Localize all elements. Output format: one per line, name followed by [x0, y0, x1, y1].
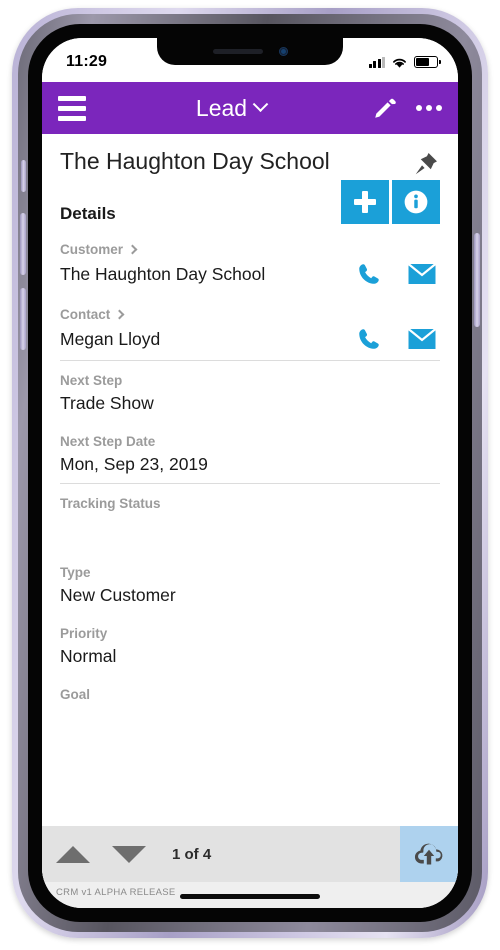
pushpin-icon[interactable] [412, 150, 440, 178]
field-label-group: Next Step Date [60, 424, 440, 449]
field-value-row: The Haughton Day School [60, 257, 440, 295]
battery-icon [414, 56, 441, 68]
phone-icon[interactable] [356, 326, 382, 352]
volume-down-button[interactable] [20, 288, 26, 350]
details-label: Details [60, 204, 116, 223]
triangle-down-icon[interactable] [112, 845, 146, 863]
chevron-down-icon[interactable] [252, 95, 269, 112]
envelope-icon[interactable] [408, 328, 436, 350]
field-value: Mon, Sep 23, 2019 [60, 453, 208, 474]
field-value-row [60, 511, 440, 553]
field-label-group: Tracking Status [60, 486, 440, 511]
app-bar-actions [372, 95, 442, 121]
earpiece-speaker-icon [212, 49, 263, 54]
field-label-group: Type [60, 555, 440, 580]
field-label: Goal [60, 687, 91, 702]
record-header: The Haughton Day School [42, 134, 458, 178]
field-goal[interactable]: Goal [60, 675, 440, 702]
field-value: Trade Show [60, 392, 154, 413]
field-contact: Contact Megan Lloyd [60, 295, 440, 361]
field-priority[interactable]: Priority Normal [60, 614, 440, 675]
front-camera-icon [278, 47, 288, 56]
more-options-icon[interactable] [416, 105, 442, 111]
field-label-group[interactable]: Contact [60, 297, 440, 322]
phone-frame-bezel: 11:29 Lead The Haughton Day School Detai… [18, 14, 482, 932]
field-value [60, 515, 440, 545]
page-title: The Haughton Day School [60, 148, 330, 174]
release-note: CRM v1 ALPHA RELEASE [56, 887, 176, 898]
field-label: Next Step [60, 373, 123, 388]
hamburger-menu-icon[interactable] [58, 95, 86, 121]
notch [157, 38, 343, 65]
field-value: The Haughton Day School [60, 263, 266, 284]
bottom-bar: 1 of 4 CRM v1 ALPHA RELEASE [42, 826, 458, 908]
field-value-row: Normal [60, 641, 440, 675]
field-value-row: New Customer [60, 580, 440, 614]
status-bar: 11:29 [42, 38, 458, 82]
wifi-icon [393, 58, 406, 68]
field-value-row: Mon, Sep 23, 2019 [60, 449, 440, 483]
cellular-signal-icon [368, 56, 385, 68]
field-value: Normal [60, 645, 117, 666]
field-value: New Customer [60, 584, 176, 605]
app-bar-title: Lead [195, 94, 248, 121]
field-value-row: Trade Show [60, 388, 440, 422]
app-bar: Lead [42, 82, 458, 134]
home-indicator [180, 894, 320, 899]
info-circle-icon [404, 190, 428, 214]
app-bar-title-group[interactable]: Lead [90, 95, 372, 122]
field-next-step-date[interactable]: Next Step Date Mon, Sep 23, 2019 [60, 422, 440, 484]
field-label: Priority [60, 626, 108, 641]
field-label-group: Goal [60, 677, 440, 702]
details-section-header: Details [42, 178, 458, 230]
field-value: Megan Lloyd [60, 328, 161, 349]
pencil-edit-icon[interactable] [372, 95, 398, 121]
field-actions [356, 326, 440, 352]
envelope-icon[interactable] [408, 263, 436, 285]
field-label: Customer [60, 242, 124, 257]
details-field-list: Customer The Haughton Day School Contact… [42, 230, 458, 702]
pager-text: 1 of 4 [172, 845, 212, 863]
field-label-group: Next Step [60, 363, 440, 388]
phone-icon[interactable] [356, 261, 382, 287]
triangle-up-icon[interactable] [56, 845, 90, 863]
sync-button[interactable] [400, 826, 458, 882]
phone-body: 11:29 Lead The Haughton Day School Detai… [28, 24, 472, 922]
phone-frame: 11:29 Lead The Haughton Day School Detai… [12, 8, 488, 938]
field-actions [356, 261, 440, 287]
field-value-row: Megan Lloyd [60, 322, 440, 360]
record-navigation [56, 845, 146, 863]
field-type[interactable]: Type New Customer [60, 553, 440, 614]
add-button[interactable] [341, 180, 389, 224]
chevron-right-icon[interactable] [127, 244, 138, 255]
plus-icon [354, 191, 376, 213]
chevron-right-icon[interactable] [114, 309, 125, 320]
field-label: Type [60, 565, 91, 580]
volume-up-button[interactable] [20, 213, 26, 275]
field-next-step[interactable]: Next Step Trade Show [60, 361, 440, 422]
silent-switch-button[interactable] [21, 160, 26, 192]
status-time: 11:29 [66, 53, 108, 70]
field-label: Tracking Status [60, 496, 161, 511]
field-tracking-status[interactable]: Tracking Status [60, 484, 440, 553]
power-button[interactable] [474, 233, 480, 327]
field-customer: Customer The Haughton Day School [60, 230, 440, 295]
info-button[interactable] [392, 180, 440, 224]
bottom-bar-inner: 1 of 4 CRM v1 ALPHA RELEASE [42, 826, 458, 898]
phone-screen: 11:29 Lead The Haughton Day School Detai… [42, 38, 458, 908]
status-indicators [368, 56, 441, 69]
field-label-group: Priority [60, 616, 440, 641]
field-label-group[interactable]: Customer [60, 232, 440, 257]
screenshot-stage: 11:29 Lead The Haughton Day School Detai… [0, 0, 500, 950]
details-action-buttons [341, 180, 440, 224]
field-label: Contact [60, 307, 111, 322]
field-label: Next Step Date [60, 434, 156, 449]
cloud-upload-icon [414, 843, 443, 865]
